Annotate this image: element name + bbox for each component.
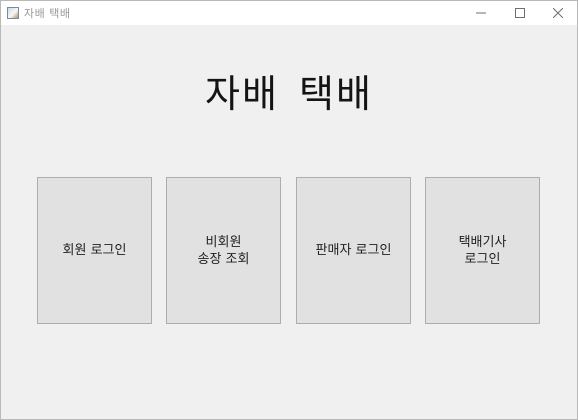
maximize-button[interactable] (500, 1, 540, 25)
seller-login-button[interactable]: 판매자 로그인 (296, 177, 411, 324)
title-bar[interactable]: 자배 택배 (1, 1, 577, 25)
close-icon (553, 8, 563, 18)
courier-login-button[interactable]: 택배기사 로그인 (425, 177, 540, 324)
main-panel: 자배 택배 회원 로그인 비회원 송장 조회 판매자 로그인 택배기사 로그인 (1, 25, 577, 419)
app-window: 자배 택배 자배 택배 회원 로그인 비회원 송장 조회 판매자 로그인 택배기… (0, 0, 578, 420)
member-login-button[interactable]: 회원 로그인 (37, 177, 152, 324)
java-cup-icon (7, 7, 19, 19)
minimize-icon (476, 12, 486, 14)
window-title: 자배 택배 (24, 7, 71, 20)
guest-invoice-lookup-button[interactable]: 비회원 송장 조회 (166, 177, 281, 324)
close-button[interactable] (538, 1, 578, 25)
maximize-icon (515, 8, 525, 18)
page-title: 자배 택배 (205, 72, 373, 116)
minimize-button[interactable] (461, 1, 501, 25)
